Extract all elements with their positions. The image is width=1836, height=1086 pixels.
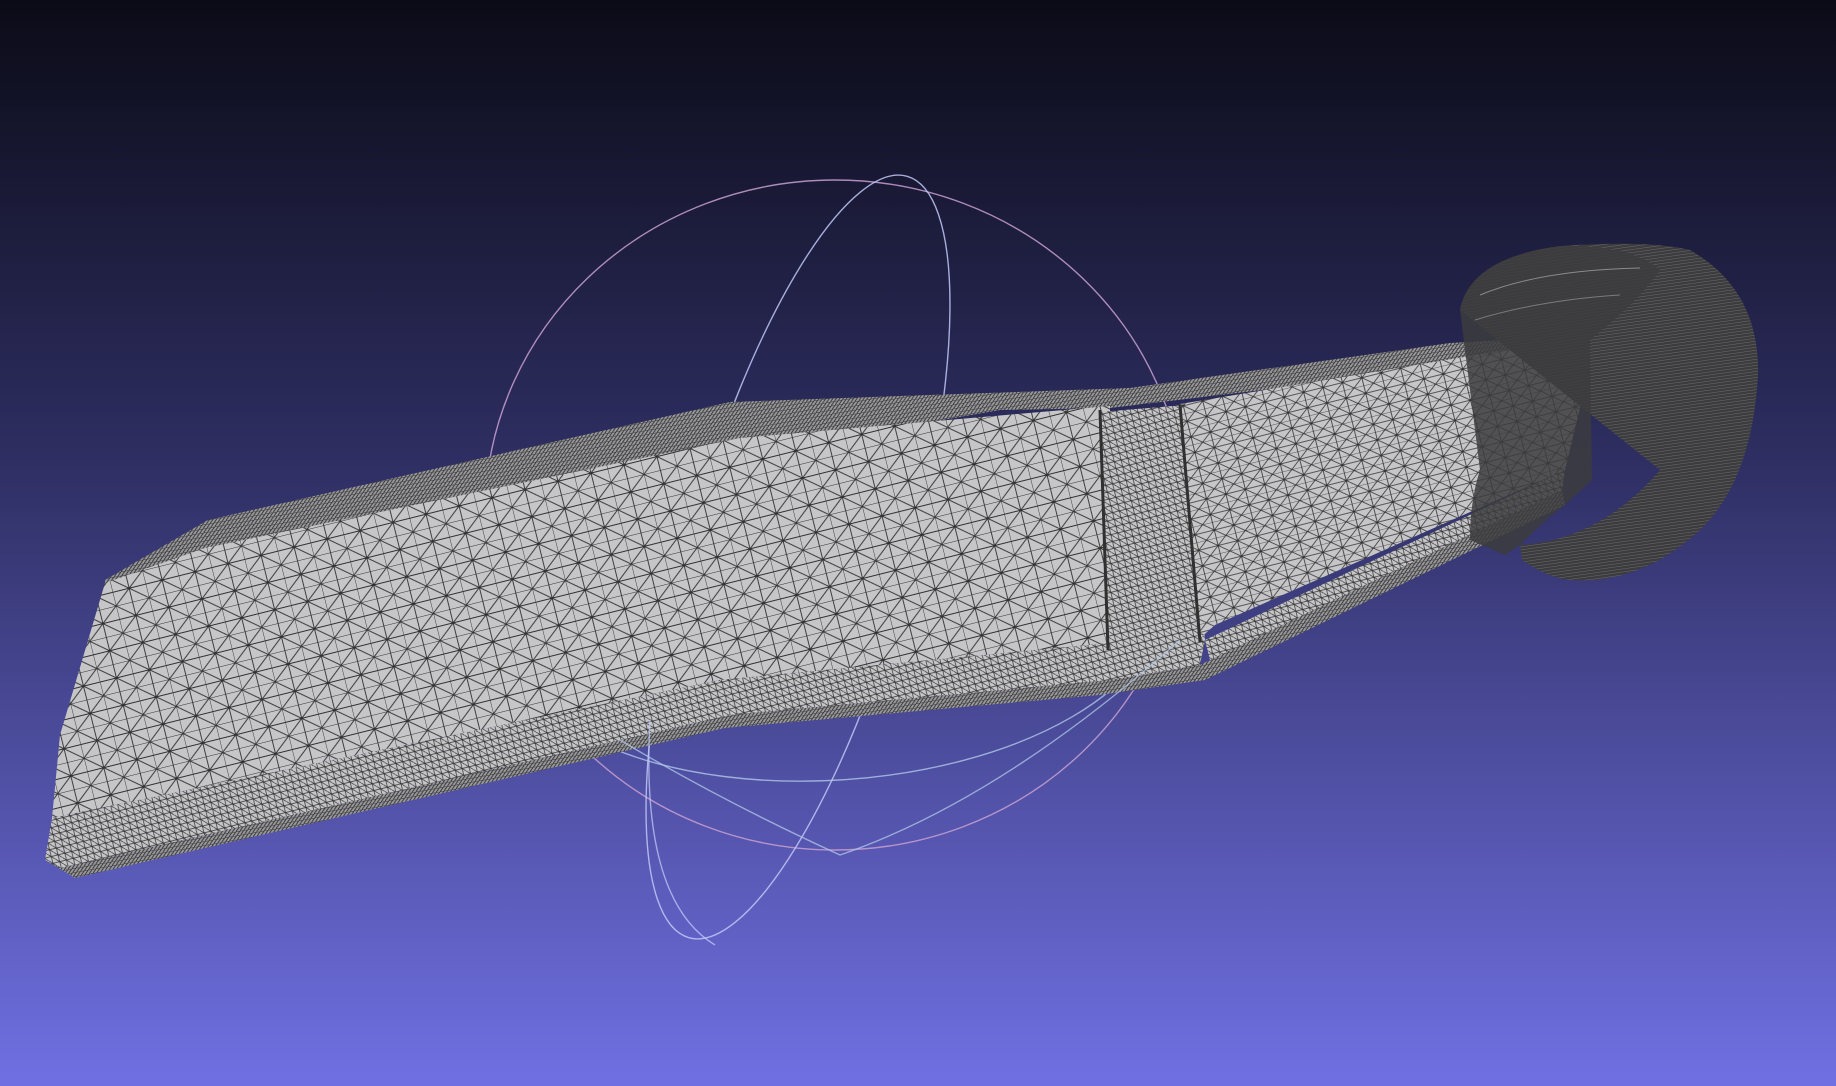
mesh-scene[interactable] xyxy=(0,0,1836,1086)
3d-viewport[interactable] xyxy=(0,0,1836,1086)
